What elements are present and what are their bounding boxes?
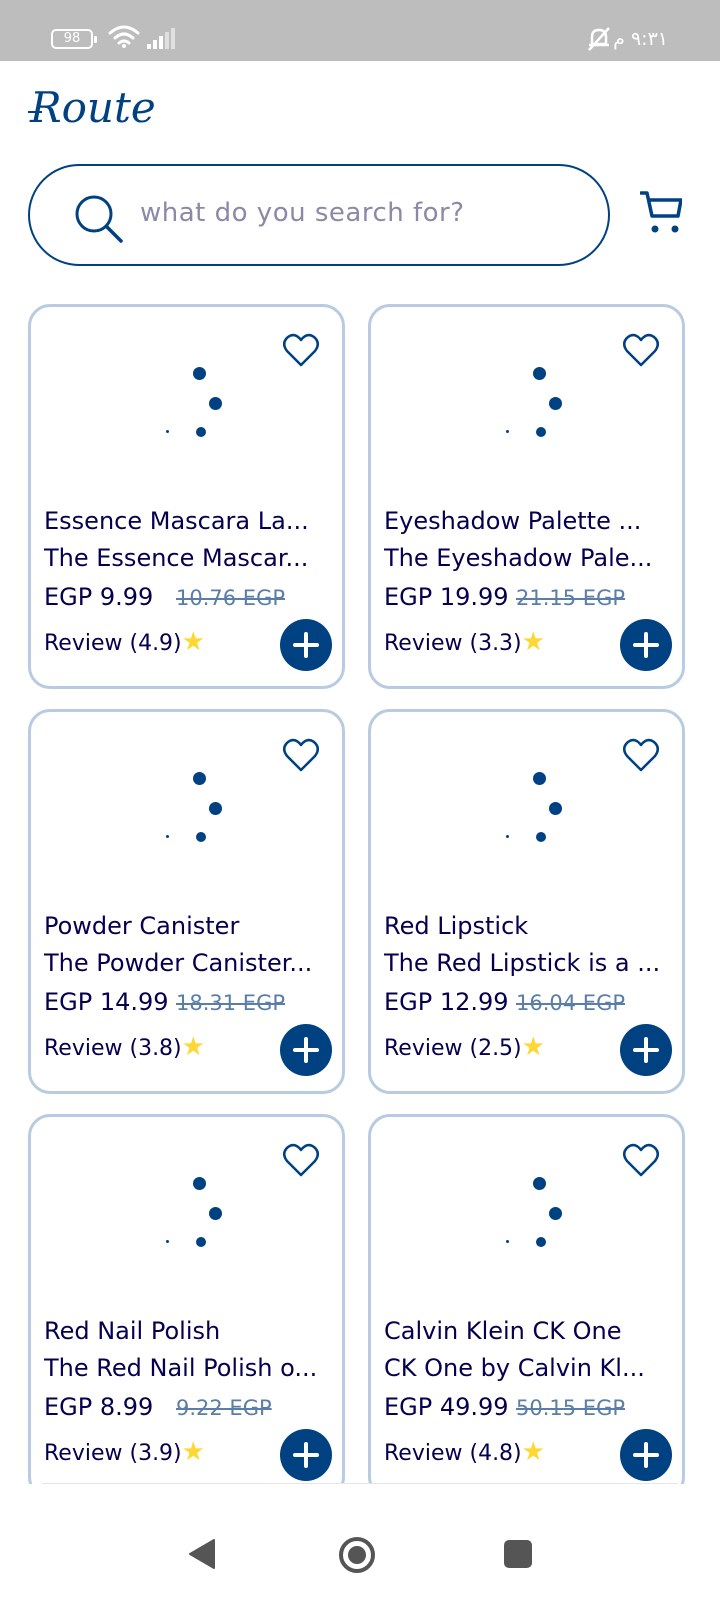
product-description: CK One by Calvin Kl...: [384, 1354, 645, 1382]
product-price: EGP 19.99: [384, 583, 509, 611]
add-to-cart-button[interactable]: [280, 619, 332, 671]
product-card[interactable]: Powder Canister The Powder Canister... E…: [28, 709, 345, 1094]
product-grid: Essence Mascara La... The Essence Mascar…: [28, 304, 692, 1484]
search-icon: [75, 195, 123, 243]
product-old-price: 18.31 EGP: [176, 991, 285, 1015]
heart-outline-icon[interactable]: [622, 333, 660, 367]
product-price: EGP 12.99: [384, 988, 509, 1016]
product-title: Eyeshadow Palette ...: [384, 507, 642, 535]
product-old-price: 50.15 EGP: [516, 1396, 625, 1420]
review-text: Review (3.8): [44, 1036, 182, 1061]
star-icon: ★: [181, 1437, 205, 1467]
heart-outline-icon[interactable]: [622, 1143, 660, 1177]
product-description: The Powder Canister...: [44, 949, 313, 977]
review-text: Review (2.5): [384, 1036, 522, 1061]
product-price: EGP 49.99: [384, 1393, 509, 1421]
product-title: Essence Mascara La...: [44, 507, 309, 535]
product-card[interactable]: Red Lipstick The Red Lipstick is a ... E…: [368, 709, 685, 1094]
product-title: Calvin Klein CK One: [384, 1317, 622, 1345]
product-card[interactable]: Essence Mascara La... The Essence Mascar…: [28, 304, 345, 689]
product-review: Review (4.9)★: [44, 627, 205, 657]
svg-text:Route: Route: [29, 83, 156, 132]
review-text: Review (3.3): [384, 631, 522, 656]
search-input[interactable]: what do you search for?: [28, 164, 610, 266]
loading-indicator: [163, 1177, 222, 1247]
product-card[interactable]: Red Nail Polish The Red Nail Polish o...…: [28, 1114, 345, 1484]
loading-indicator: [163, 367, 222, 437]
product-description: The Red Lipstick is a ...: [384, 949, 661, 977]
star-icon: ★: [521, 1032, 545, 1062]
product-review: Review (3.8)★: [44, 1032, 205, 1062]
add-to-cart-button[interactable]: [620, 619, 672, 671]
add-to-cart-button[interactable]: [280, 1024, 332, 1076]
status-bar: 98 ٩:٣١ م: [0, 0, 720, 61]
review-text: Review (3.9): [44, 1441, 182, 1466]
star-icon: ★: [521, 1437, 545, 1467]
loading-indicator: [503, 772, 562, 842]
nav-divider: [42, 1483, 678, 1484]
review-text: Review (4.8): [384, 1441, 522, 1466]
loading-indicator: [163, 772, 222, 842]
product-old-price: 21.15 EGP: [516, 586, 625, 610]
product-review: Review (4.8)★: [384, 1437, 545, 1467]
star-icon: ★: [181, 627, 205, 657]
heart-outline-icon[interactable]: [282, 738, 320, 772]
add-to-cart-button[interactable]: [280, 1429, 332, 1481]
star-icon: ★: [181, 1032, 205, 1062]
product-card[interactable]: Eyeshadow Palette ... The Eyeshadow Pale…: [368, 304, 685, 689]
battery-level: 98: [63, 31, 81, 46]
product-title: Red Nail Polish: [44, 1317, 221, 1345]
cart-icon[interactable]: [640, 190, 682, 236]
loading-indicator: [503, 1177, 562, 1247]
add-to-cart-button[interactable]: [620, 1429, 672, 1481]
battery-icon: 98: [51, 29, 97, 49]
bell-off-icon: [588, 27, 610, 51]
product-review: Review (2.5)★: [384, 1032, 545, 1062]
heart-outline-icon[interactable]: [622, 738, 660, 772]
product-description: The Essence Mascar...: [44, 544, 309, 572]
back-icon[interactable]: [188, 1538, 216, 1570]
product-price: EGP 14.99: [44, 988, 169, 1016]
recent-apps-icon[interactable]: [504, 1540, 532, 1568]
product-description: The Red Nail Polish o...: [44, 1354, 318, 1382]
product-price: EGP 8.99: [44, 1393, 154, 1421]
star-icon: ★: [521, 627, 545, 657]
product-review: Review (3.9)★: [44, 1437, 205, 1467]
signal-icon: [147, 28, 175, 49]
home-icon[interactable]: [338, 1536, 376, 1574]
product-card[interactable]: Calvin Klein CK One CK One by Calvin Kl.…: [368, 1114, 685, 1484]
product-title: Red Lipstick: [384, 912, 529, 940]
heart-outline-icon[interactable]: [282, 333, 320, 367]
product-description: The Eyeshadow Pale...: [384, 544, 653, 572]
product-review: Review (3.3)★: [384, 627, 545, 657]
search-placeholder: what do you search for?: [140, 198, 465, 228]
add-to-cart-button[interactable]: [620, 1024, 672, 1076]
route-logo: Route: [28, 83, 156, 132]
product-price: EGP 9.99: [44, 583, 154, 611]
product-title: Powder Canister: [44, 912, 240, 940]
product-old-price: 10.76 EGP: [176, 586, 285, 610]
review-text: Review (4.9): [44, 631, 182, 656]
heart-outline-icon[interactable]: [282, 1143, 320, 1177]
wifi-icon: [108, 25, 140, 48]
loading-indicator: [503, 367, 562, 437]
product-old-price: 16.04 EGP: [516, 991, 625, 1015]
product-old-price: 9.22 EGP: [176, 1396, 272, 1420]
status-time: ٩:٣١ م: [613, 28, 668, 50]
